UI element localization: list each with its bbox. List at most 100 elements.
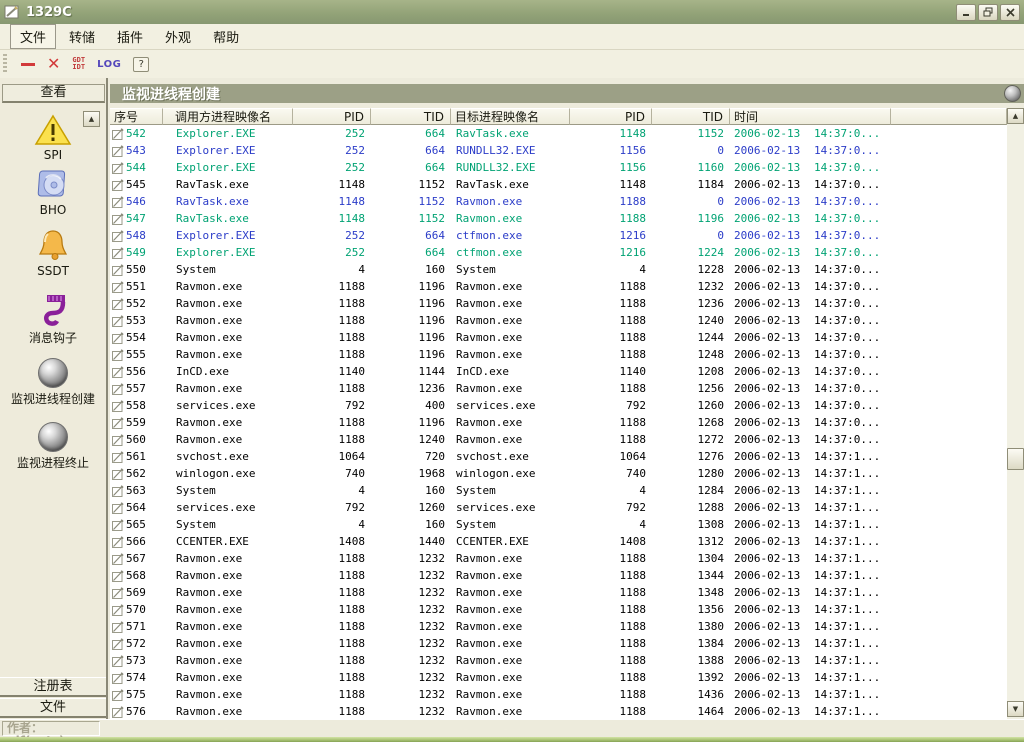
sidebar-tab-file[interactable]: 文件 (0, 698, 106, 718)
table-row[interactable]: 571 Ravmon.exe 1188 1232 Ravmon.exe 1188… (110, 618, 1007, 635)
menu-help[interactable]: 帮助 (204, 25, 248, 48)
menu-dump[interactable]: 转储 (60, 25, 104, 48)
table-row[interactable]: 568 Ravmon.exe 1188 1232 Ravmon.exe 1188… (110, 567, 1007, 584)
col-header-pid2[interactable]: PID (570, 108, 652, 125)
table-row[interactable]: 576 Ravmon.exe 1188 1232 Ravmon.exe 1188… (110, 703, 1007, 719)
sidebar-item-monitor-process-terminate[interactable]: 监视进程终止 (0, 422, 106, 471)
cell-caller-tid: 160 (371, 263, 451, 276)
cell-seq: 568 (126, 569, 146, 582)
toolbar-grip[interactable] (3, 54, 7, 74)
cell-caller-tid: 664 (371, 144, 451, 157)
delete-tool-button[interactable]: ✕ (47, 56, 60, 72)
table-row[interactable]: 567 Ravmon.exe 1188 1232 Ravmon.exe 1188… (110, 550, 1007, 567)
restore-button[interactable] (978, 4, 998, 21)
table-row[interactable]: 553 Ravmon.exe 1188 1196 Ravmon.exe 1188… (110, 312, 1007, 329)
cell-caller-image: winlogon.exe (163, 467, 293, 480)
table-row[interactable]: 563 System 4 160 System 4 1284 2006-02-1… (110, 482, 1007, 499)
table-row[interactable]: 550 System 4 160 System 4 1228 2006-02-1… (110, 261, 1007, 278)
sidebar-header-view[interactable]: 查看 (2, 84, 105, 103)
cell-target-pid: 1188 (570, 433, 652, 446)
cell-time: 2006-02-1314:37:1... (730, 569, 891, 582)
log-tool-button[interactable]: LOG (97, 59, 121, 70)
sidebar-item-spi[interactable]: SPI (0, 114, 106, 162)
menu-appearance[interactable]: 外观 (156, 25, 200, 48)
cell-caller-tid: 400 (371, 399, 451, 412)
table-row[interactable]: 551 Ravmon.exe 1188 1196 Ravmon.exe 1188… (110, 278, 1007, 295)
cell-target-tid: 1228 (652, 263, 730, 276)
col-header-target[interactable]: 目标进程映像名 (451, 108, 570, 125)
table-row[interactable]: 552 Ravmon.exe 1188 1196 Ravmon.exe 1188… (110, 295, 1007, 312)
cell-target-pid: 1188 (570, 569, 652, 582)
cell-target-image: Ravmon.exe (451, 637, 570, 650)
col-header-caller[interactable]: 调用方进程映像名 (163, 108, 293, 125)
close-button[interactable] (1000, 4, 1020, 21)
table-row[interactable]: 573 Ravmon.exe 1188 1232 Ravmon.exe 1188… (110, 652, 1007, 669)
table-row[interactable]: 559 Ravmon.exe 1188 1196 Ravmon.exe 1188… (110, 414, 1007, 431)
table-row[interactable]: 565 System 4 160 System 4 1308 2006-02-1… (110, 516, 1007, 533)
table-row[interactable]: 570 Ravmon.exe 1188 1232 Ravmon.exe 1188… (110, 601, 1007, 618)
log-entry-icon (112, 366, 124, 378)
table-row[interactable]: 542 Explorer.EXE 252 664 RavTask.exe 114… (110, 125, 1007, 142)
cell-time: 2006-02-1314:37:1... (730, 501, 891, 514)
table-row[interactable]: 574 Ravmon.exe 1188 1232 Ravmon.exe 1188… (110, 669, 1007, 686)
table-row[interactable]: 560 Ravmon.exe 1188 1240 Ravmon.exe 1188… (110, 431, 1007, 448)
table-row[interactable]: 562 winlogon.exe 740 1968 winlogon.exe 7… (110, 465, 1007, 482)
table-row[interactable]: 558 services.exe 792 400 services.exe 79… (110, 397, 1007, 414)
cell-caller-image: Ravmon.exe (163, 331, 293, 344)
minimize-button[interactable] (956, 4, 976, 21)
table-row[interactable]: 569 Ravmon.exe 1188 1232 Ravmon.exe 1188… (110, 584, 1007, 601)
table-row[interactable]: 575 Ravmon.exe 1188 1232 Ravmon.exe 1188… (110, 686, 1007, 703)
sidebar-item-message-hook[interactable]: 消息钩子 (0, 293, 106, 346)
table-row[interactable]: 555 Ravmon.exe 1188 1196 Ravmon.exe 1188… (110, 346, 1007, 363)
menu-plugin[interactable]: 插件 (108, 25, 152, 48)
sidebar-item-bho[interactable]: BHO (0, 168, 106, 217)
table-row[interactable]: 545 RavTask.exe 1148 1152 RavTask.exe 11… (110, 176, 1007, 193)
cell-caller-pid: 1188 (293, 654, 371, 667)
table-row[interactable]: 548 Explorer.EXE 252 664 ctfmon.exe 1216… (110, 227, 1007, 244)
table-row[interactable]: 549 Explorer.EXE 252 664 ctfmon.exe 1216… (110, 244, 1007, 261)
cell-target-pid: 1188 (570, 671, 652, 684)
sidebar-item-monitor-process-create[interactable]: 监视进线程创建 (0, 358, 106, 407)
col-header-time[interactable]: 时间 (730, 108, 891, 125)
table-row[interactable]: 557 Ravmon.exe 1188 1236 Ravmon.exe 1188… (110, 380, 1007, 397)
cell-target-image: RavTask.exe (451, 178, 570, 191)
col-header-pid1[interactable]: PID (293, 108, 371, 125)
scroll-up-button[interactable]: ▲ (1007, 108, 1024, 124)
cell-caller-tid: 160 (371, 484, 451, 497)
cell-caller-pid: 792 (293, 399, 371, 412)
scrollbar-thumb[interactable] (1007, 448, 1024, 470)
col-header-tid1[interactable]: TID (371, 108, 451, 125)
cell-target-image: RUNDLL32.EXE (451, 161, 570, 174)
table-row[interactable]: 543 Explorer.EXE 252 664 RUNDLL32.EXE 11… (110, 142, 1007, 159)
help-tool-button[interactable]: ? (133, 57, 149, 72)
table-row[interactable]: 556 InCD.exe 1140 1144 InCD.exe 1140 120… (110, 363, 1007, 380)
table-row[interactable]: 566 CCENTER.EXE 1408 1440 CCENTER.EXE 14… (110, 533, 1007, 550)
minus-tool-button[interactable] (21, 63, 35, 66)
cell-caller-image: RavTask.exe (163, 195, 293, 208)
table-row[interactable]: 561 svchost.exe 1064 720 svchost.exe 106… (110, 448, 1007, 465)
scroll-down-button[interactable]: ▼ (1007, 701, 1024, 717)
minus-icon (21, 63, 35, 66)
sphere-icon (38, 358, 68, 388)
menu-file[interactable]: 文件 (10, 24, 56, 49)
col-header-seq[interactable]: 序号 (110, 108, 163, 125)
sidebar-item-label: 监视进程终止 (0, 454, 106, 471)
cell-caller-tid: 1232 (371, 688, 451, 701)
table-row[interactable]: 547 RavTask.exe 1148 1152 Ravmon.exe 118… (110, 210, 1007, 227)
cell-time: 2006-02-1314:37:1... (730, 671, 891, 684)
table-row[interactable]: 546 RavTask.exe 1148 1152 Ravmon.exe 118… (110, 193, 1007, 210)
table-row[interactable]: 564 services.exe 792 1260 services.exe 7… (110, 499, 1007, 516)
table-row[interactable]: 544 Explorer.EXE 252 664 RUNDLL32.EXE 11… (110, 159, 1007, 176)
panel-sphere-button[interactable] (1004, 85, 1021, 102)
col-header-tid2[interactable]: TID (652, 108, 730, 125)
sidebar-item-ssdt[interactable]: SSDT (0, 228, 106, 278)
table-row[interactable]: 554 Ravmon.exe 1188 1196 Ravmon.exe 1188… (110, 329, 1007, 346)
gdt-idt-tool-button[interactable]: GDT IDT (72, 57, 85, 71)
cell-caller-image: Ravmon.exe (163, 416, 293, 429)
cell-caller-tid: 1196 (371, 314, 451, 327)
cell-target-pid: 1188 (570, 212, 652, 225)
table-row[interactable]: 572 Ravmon.exe 1188 1232 Ravmon.exe 1188… (110, 635, 1007, 652)
help-icon: ? (133, 57, 149, 72)
sidebar-tab-registry[interactable]: 注册表 (0, 677, 106, 697)
table-vertical-scrollbar[interactable]: ▲ ▼ (1007, 108, 1024, 719)
